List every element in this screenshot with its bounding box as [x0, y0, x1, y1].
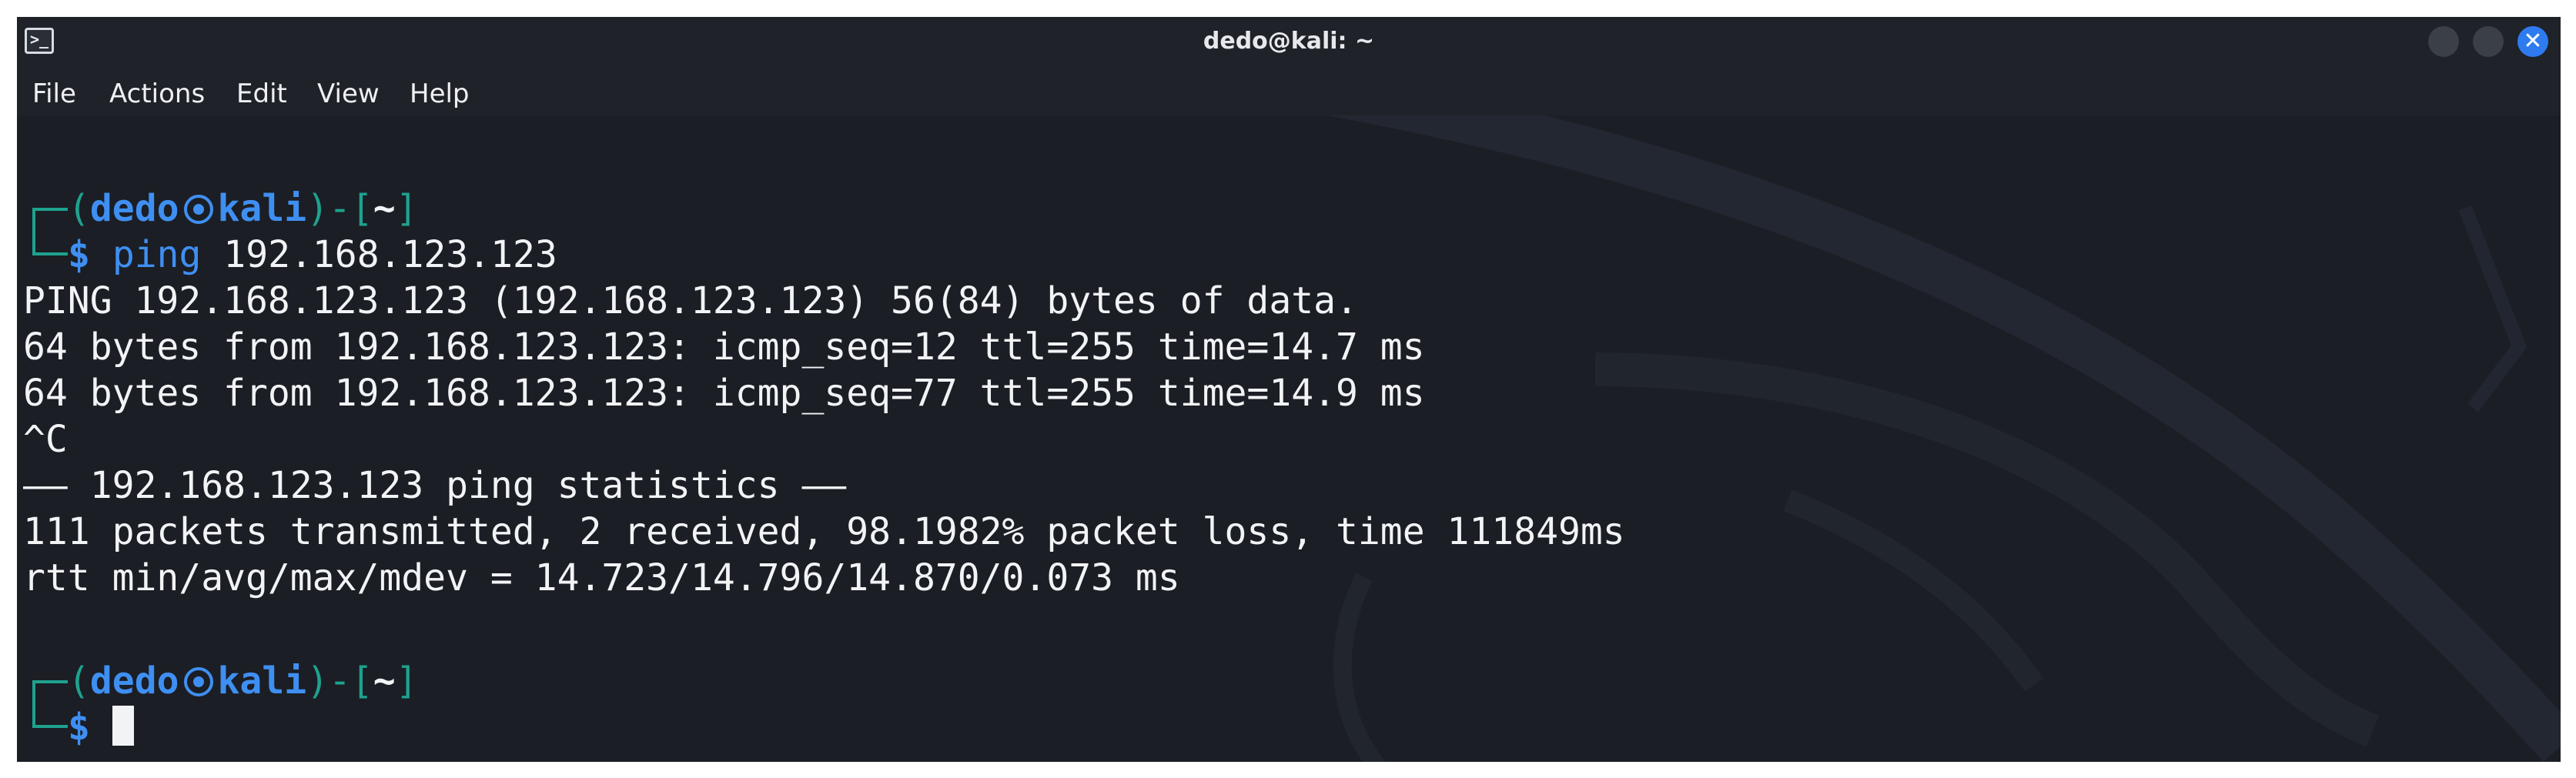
output-line: 64 bytes from 192.168.123.123: icmp_seq=…: [23, 326, 1425, 369]
minimize-icon[interactable]: [2428, 26, 2459, 57]
kali-skull-icon: [183, 195, 213, 224]
maximize-icon[interactable]: [2473, 26, 2504, 57]
menu-help[interactable]: Help: [410, 78, 470, 109]
window-title: dedo@kali: ~: [1203, 28, 1375, 55]
prompt-bracket: ]: [395, 187, 418, 230]
output-line: ^C: [23, 418, 68, 461]
prompt-corner-bottom: [23, 703, 68, 750]
command-line[interactable]: $: [23, 703, 134, 750]
kali-skull-icon: [183, 667, 213, 696]
prompt-bracket: ]: [395, 659, 418, 703]
prompt-path: ~: [373, 187, 396, 230]
prompt-corner-bottom: [23, 231, 68, 277]
prompt-host: kali: [217, 659, 307, 703]
output-line: 111 packets transmitted, 2 received, 98.…: [23, 510, 1625, 553]
prompt-line: (dedo kali)-[~]: [23, 186, 418, 239]
menu-view[interactable]: View: [317, 78, 380, 109]
menu-edit[interactable]: Edit: [236, 78, 287, 109]
prompt-bracket: )-[: [306, 187, 373, 230]
prompt-bracket: (: [68, 187, 90, 230]
command-line: $ ping 192.168.123.123: [23, 231, 557, 277]
menu-bar: File Actions Edit View Help: [17, 66, 2561, 115]
prompt-corner-top: [23, 659, 68, 711]
text-cursor[interactable]: [112, 706, 134, 746]
output-line: rtt min/avg/max/mdev = 14.723/14.796/14.…: [23, 556, 1180, 599]
prompt-bracket: )-[: [306, 659, 373, 703]
terminal-output-area[interactable]: (dedo kali)-[~] $ ping 192.168.123.123 PI…: [17, 115, 2561, 762]
output-line: PING 192.168.123.123 (192.168.123.123) 5…: [23, 279, 1358, 322]
terminal-window: >_ dedo@kali: ~ ✕ File Actions Edit View…: [17, 17, 2561, 762]
output-line: 64 bytes from 192.168.123.123: icmp_seq=…: [23, 372, 1425, 415]
menu-actions[interactable]: Actions: [109, 78, 205, 109]
prompt-line: (dedo kali)-[~]: [23, 659, 418, 711]
close-icon[interactable]: ✕: [2517, 26, 2548, 57]
prompt-user: dedo: [89, 187, 179, 230]
prompt-bracket: (: [68, 659, 90, 703]
prompt-corner-top: [23, 186, 68, 239]
output-line: —— 192.168.123.123 ping statistics ——: [23, 464, 847, 507]
command-name: ping: [112, 233, 202, 276]
title-bar[interactable]: >_ dedo@kali: ~ ✕: [17, 17, 2561, 66]
prompt-path: ~: [373, 659, 396, 703]
prompt-user: dedo: [89, 659, 179, 703]
prompt-dollar: $: [68, 706, 90, 749]
menu-file[interactable]: File: [32, 78, 76, 109]
prompt-dollar: $: [68, 233, 90, 276]
prompt-host: kali: [217, 187, 307, 230]
command-args: 192.168.123.123: [201, 233, 557, 276]
